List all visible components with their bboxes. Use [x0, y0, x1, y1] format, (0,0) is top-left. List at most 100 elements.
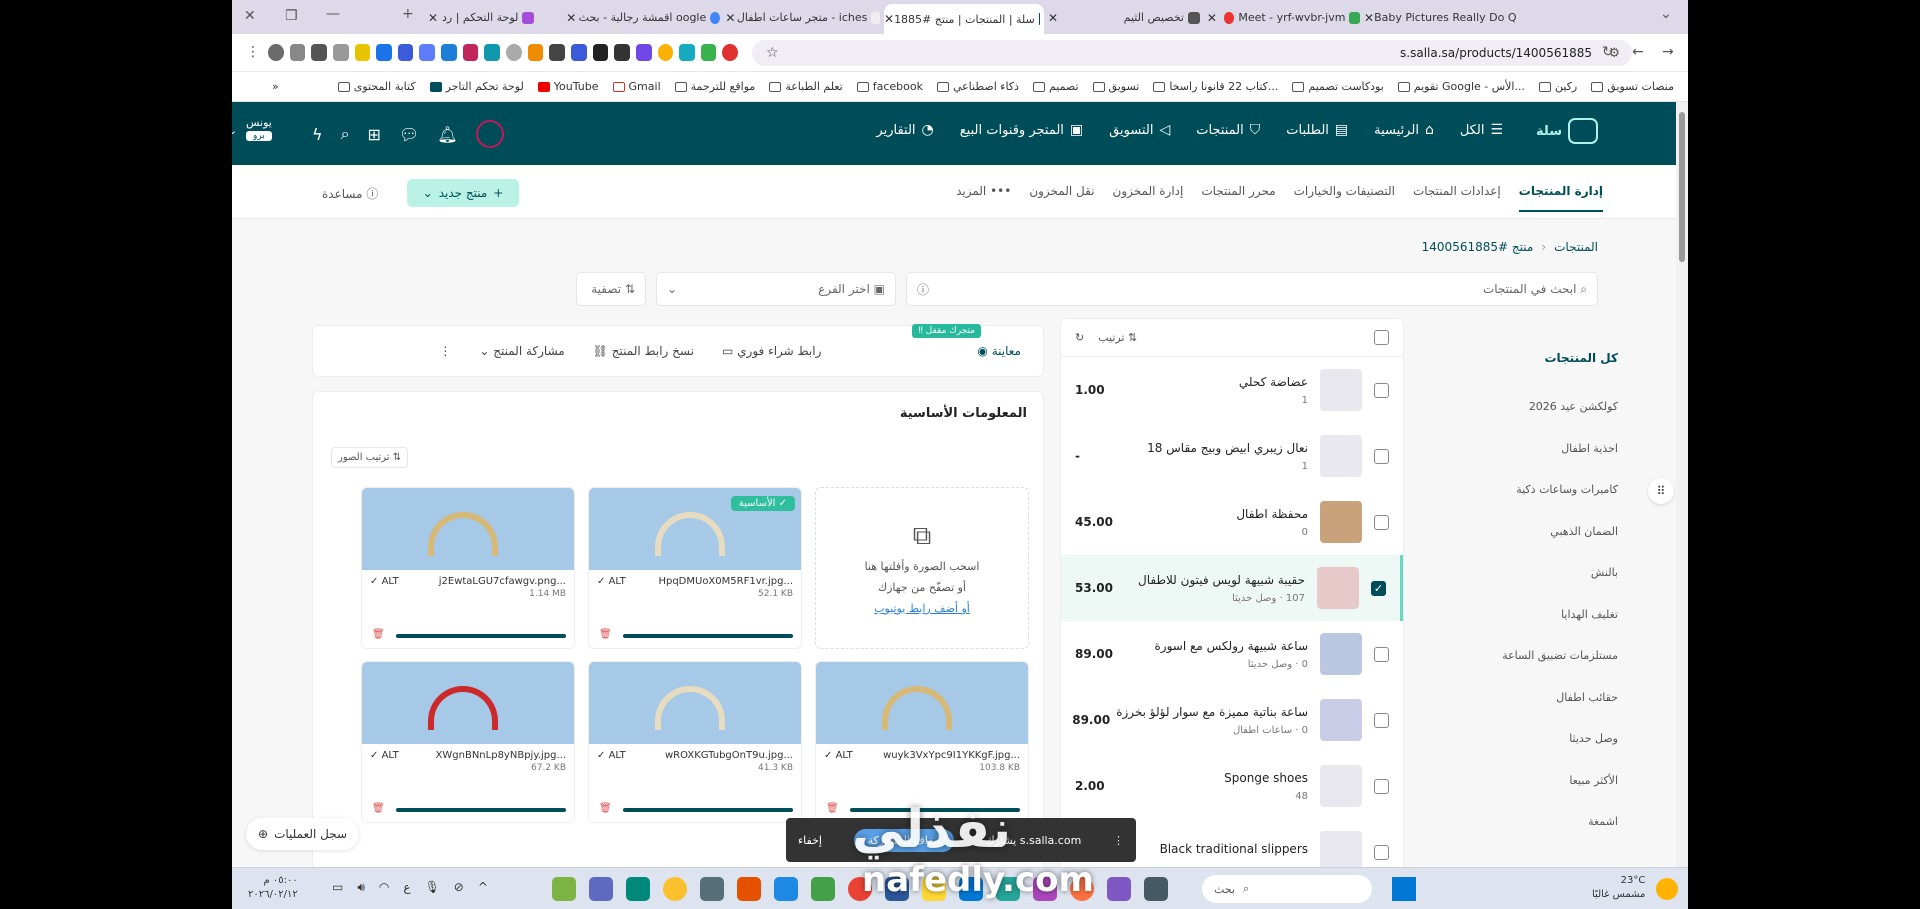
extension-icon[interactable]: [570, 44, 587, 61]
extension-icon[interactable]: [484, 44, 501, 61]
mic-icon[interactable]: 🎙︎: [425, 880, 440, 895]
app-icon[interactable]: [663, 877, 687, 901]
nav-orders[interactable]: ▤ الطلبات: [1286, 122, 1348, 138]
extension-icon[interactable]: [700, 44, 717, 61]
app-icon[interactable]: [774, 877, 798, 901]
bookmark-item[interactable]: Gmail: [612, 80, 661, 93]
taskbar-search[interactable]: ⌕ بحث: [1202, 875, 1372, 903]
row-checkbox[interactable]: [1374, 448, 1389, 464]
activity-log-button[interactable]: ⊕ سجل العمليات: [246, 818, 360, 850]
whatsapp-icon[interactable]: [626, 877, 650, 901]
youtube-link[interactable]: أو أضف رابط يوتيوب: [874, 602, 970, 615]
extension-icon[interactable]: [592, 44, 609, 61]
alt-button[interactable]: ✓ ALT: [597, 576, 626, 587]
trash-icon[interactable]: 🗑︎: [372, 803, 385, 814]
row-checkbox[interactable]: [1374, 514, 1389, 530]
bookmark-item[interactable]: كتاب 22 قانونا راسخا...: [1153, 80, 1278, 93]
alt-button[interactable]: ✓ ALT: [824, 750, 853, 761]
info-icon[interactable]: ⓘ: [917, 281, 929, 298]
scrollbar[interactable]: [1676, 102, 1688, 867]
extension-icon[interactable]: [289, 44, 306, 61]
address-bar[interactable]: ☆ s.salla.sa/products/1400561885 ⚙: [752, 40, 1632, 66]
language-icon[interactable]: ع: [403, 880, 410, 895]
extension-icon[interactable]: [722, 44, 739, 61]
close-icon[interactable]: ✕: [424, 11, 442, 25]
subnav-product-settings[interactable]: إعدادات المنتجات: [1413, 184, 1501, 212]
close-icon[interactable]: ✕: [564, 11, 579, 25]
apps-grid-icon[interactable]: ⊞: [368, 125, 381, 144]
category-item[interactable]: مستلزمات تضبيق الساعة: [1412, 635, 1632, 677]
bookmark-item[interactable]: لوحة تحكم التاجر: [429, 80, 524, 93]
drag-handle-icon[interactable]: ⠿: [1648, 478, 1674, 504]
row-checkbox-checked[interactable]: ✓: [1371, 580, 1386, 596]
tab-meet[interactable]: ✕ Meet - yrf-wvbr-jvm: [1204, 5, 1364, 30]
search-icon[interactable]: ⌕: [341, 124, 350, 144]
battery-icon[interactable]: ▭: [332, 880, 343, 895]
branch-select[interactable]: ▣ اختر الفرع ⌄: [656, 272, 896, 306]
kebab-menu-icon[interactable]: ⋮: [439, 344, 451, 358]
menu-icon[interactable]: ⋮: [246, 44, 260, 60]
category-item[interactable]: تغليف الهدايا: [1412, 594, 1632, 636]
profile-icon[interactable]: [268, 44, 284, 61]
tab-search-icon[interactable]: ⌄: [1660, 6, 1672, 22]
tab-salla-product[interactable]: ✕ سلة | المنتجات | منتج #1885: [884, 4, 1044, 34]
extension-icon[interactable]: [332, 44, 349, 61]
subnav-more[interactable]: ••• المزيد: [956, 184, 1011, 212]
app-icon[interactable]: [1144, 877, 1168, 901]
help-button[interactable]: ⓘ مساعدة: [322, 185, 378, 202]
bookmark-item[interactable]: تعلم الطباعة: [769, 80, 843, 93]
extension-icon[interactable]: [376, 44, 392, 61]
tray-expand-icon[interactable]: ^: [478, 880, 488, 895]
category-item[interactable]: احذية اطفال: [1412, 428, 1632, 470]
nav-all[interactable]: ☰ الكل: [1460, 122, 1503, 138]
category-item[interactable]: كولكشن عيد 2026: [1412, 386, 1632, 428]
row-checkbox[interactable]: [1374, 712, 1389, 728]
weather-widget[interactable]: 23°C مشمس غالبًا: [1592, 874, 1645, 902]
forward-icon[interactable]: ←: [1632, 44, 1644, 60]
alt-button[interactable]: ✓ ALT: [370, 750, 399, 761]
breadcrumb-root[interactable]: المنتجات: [1554, 240, 1598, 254]
drag-handle-icon[interactable]: ⋮: [1113, 834, 1124, 847]
tab-google-search[interactable]: ✕ اقمشة رجالية - بحث oogle: [564, 5, 724, 30]
clock[interactable]: ٠٥:٠٠ م ٢٠٢٦/٠٢/١٢: [248, 874, 298, 902]
mute-icon[interactable]: ⊘: [454, 880, 464, 895]
close-icon[interactable]: ✕: [724, 11, 737, 25]
sort-images-button[interactable]: ⇅ ترتيب الصور: [331, 447, 409, 468]
alt-button[interactable]: ✓ ALT: [597, 750, 626, 761]
upload-dropzone[interactable]: ⧉ اسحب الصورة وأفلتها هنا أو تصفّح من جه…: [815, 487, 1029, 649]
subnav-product-editor[interactable]: محرر المنتجات: [1201, 184, 1275, 212]
image-card[interactable]: ✓ ALT j2EwtaLGU7cfawgv.png... 1.14 MB 🗑︎: [361, 487, 575, 649]
image-card[interactable]: ✓ ALT wuyk3VxYpc9I1YKKgF.jpg... 103.8 KB …: [815, 661, 1029, 823]
hide-button[interactable]: إخفاء: [798, 834, 822, 847]
row-checkbox[interactable]: [1374, 778, 1389, 794]
bookmark-item[interactable]: مواقع للترجمة: [674, 80, 755, 93]
bookmark-item[interactable]: منصات تسويق: [1591, 80, 1674, 93]
product-row[interactable]: ساعة بناتية مميزة مع سوار لؤلؤ بخرزة 0 · …: [1061, 687, 1403, 753]
extension-icon[interactable]: [441, 44, 457, 61]
subnav-manage-products[interactable]: إدارة المنتجات: [1518, 184, 1603, 212]
row-checkbox[interactable]: [1374, 646, 1389, 662]
alt-button[interactable]: ✓ ALT: [370, 576, 399, 587]
wifi-icon[interactable]: ◠: [379, 880, 389, 895]
subnav-transfer-inventory[interactable]: نقل المخزون: [1029, 184, 1094, 212]
app-icon[interactable]: [589, 877, 613, 901]
bookmark-item[interactable]: تسويق: [1092, 80, 1139, 93]
bookmark-star-icon[interactable]: ☆: [766, 45, 779, 61]
app-icon[interactable]: [700, 877, 724, 901]
app-icon[interactable]: [552, 877, 576, 901]
avatar[interactable]: [475, 120, 504, 148]
extension-icon[interactable]: [354, 44, 371, 61]
weather-sun-icon[interactable]: [1656, 878, 1678, 900]
extension-icon[interactable]: [527, 44, 544, 61]
puzzle-icon[interactable]: [311, 44, 327, 61]
extension-icon[interactable]: [419, 44, 436, 61]
extension-icon[interactable]: [397, 44, 414, 61]
copy-link-button[interactable]: نسخ رابط المنتج ⛓: [593, 344, 694, 358]
browse-text[interactable]: أو تصفّح من جهازك: [878, 581, 966, 594]
subnav-categories[interactable]: التصنيفات والخيارات: [1294, 184, 1395, 212]
nav-marketing[interactable]: ◁ التسويق: [1109, 122, 1170, 138]
bookmark-item[interactable]: كتابة المحتوى: [337, 80, 416, 93]
extension-icon[interactable]: [506, 44, 522, 61]
bookmark-item[interactable]: بودكاست تصميم: [1292, 80, 1384, 93]
new-tab-icon[interactable]: +: [402, 6, 414, 22]
